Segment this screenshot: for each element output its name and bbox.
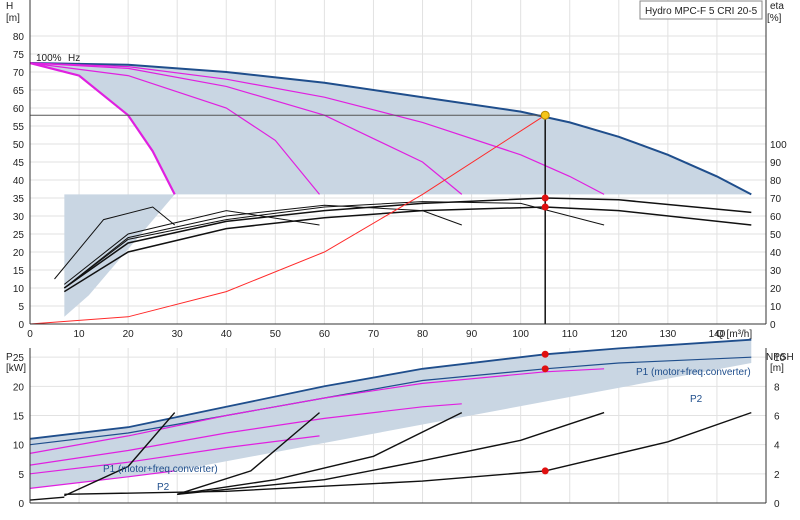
speed-label-hz: Hz — [68, 53, 80, 64]
eta-tick-label: 20 — [770, 284, 782, 295]
eta-tick-label: 90 — [770, 158, 782, 169]
y-tick-label: 75 — [13, 50, 25, 61]
x-tick-label: 10 — [74, 329, 86, 340]
x-tick-label: 130 — [660, 329, 677, 340]
y-tick-label: 60 — [13, 104, 25, 115]
y-tick-label: 50 — [13, 140, 25, 151]
x-tick-label: 100 — [512, 329, 529, 340]
eta-tick-label: 70 — [770, 194, 782, 205]
npsh-yunit: [m] — [770, 363, 784, 374]
eta-tick-label: 40 — [770, 248, 782, 259]
power-marker — [541, 365, 549, 373]
p1-label-top: P1 (motor+freq.converter) — [636, 367, 751, 378]
y-tick-label: 70 — [13, 68, 25, 79]
npsh-ylabel: NPSH — [766, 352, 794, 363]
x-tick-label: 70 — [368, 329, 380, 340]
x-tick-label: 20 — [123, 329, 135, 340]
y-tick-label: 40 — [13, 176, 25, 187]
x-tick-label: 80 — [417, 329, 429, 340]
flow-xlabel: Q [m³/h] — [716, 329, 752, 340]
p2-label-top: P2 — [690, 394, 703, 405]
speed-label: 100% — [36, 53, 62, 64]
power-yunit: [kW] — [6, 363, 26, 374]
y-tick-label: 35 — [13, 194, 25, 205]
x-tick-label: 60 — [319, 329, 331, 340]
eta-yunit: [%] — [767, 13, 782, 24]
x-tick-label: 50 — [270, 329, 282, 340]
x-tick-label: 110 — [562, 329, 578, 340]
y-tick-label: 55 — [13, 122, 25, 133]
legend-box: Hydro MPC-F 5 CRI 20-5 — [639, 0, 763, 20]
y-tick-label: 45 — [13, 158, 25, 169]
x-tick-label: 40 — [221, 329, 233, 340]
x-tick-label: 30 — [172, 329, 184, 340]
eta-tick-label: 60 — [770, 212, 782, 223]
power-marker — [541, 350, 549, 358]
eta-tick-label: 80 — [770, 176, 782, 187]
power-tick-label: 15 — [13, 412, 25, 423]
pump-curve-chart: 0 10 20 30 40 50 60 70 80 90 100 110 120 130 140051015… — [0, 0, 800, 520]
y-tick-label: 20 — [13, 248, 25, 259]
power-ylabel: P — [6, 352, 13, 363]
npsh-tick-label: 6 — [774, 412, 780, 423]
power-tick-label: 0 — [18, 499, 24, 510]
y-tick-label: 80 — [13, 32, 25, 43]
p1-label-bottom: P1 (motor+freq.converter) — [103, 464, 218, 475]
eta-tick-label: 0 — [770, 320, 776, 331]
power-tick-label: 20 — [13, 382, 25, 393]
y-tick-label: 5 — [18, 302, 24, 313]
power-tick-label: 10 — [13, 441, 25, 452]
y-tick-label: 25 — [13, 230, 25, 241]
y-tick-label: 15 — [13, 266, 25, 277]
x-tick-label: 0 — [27, 329, 33, 340]
efficiency-marker — [541, 203, 549, 211]
x-tick-label: 120 — [610, 329, 627, 340]
head-yunit: [m] — [6, 13, 20, 24]
head-ylabel: H — [6, 1, 13, 12]
legend-text: Hydro MPC-F 5 CRI 20-5 — [645, 6, 758, 17]
eta-tick-label: 50 — [770, 230, 782, 241]
power-tick-label: 5 — [18, 470, 24, 481]
y-tick-label: 30 — [13, 212, 25, 223]
npsh-tick-label: 4 — [774, 441, 780, 452]
eta-tick-label: 30 — [770, 266, 782, 277]
npsh-tick-label: 2 — [774, 470, 780, 481]
duty-point-marker — [540, 110, 550, 120]
x-tick-label: 90 — [466, 329, 478, 340]
npsh-marker — [541, 467, 549, 475]
npsh-tick-label: 0 — [774, 499, 780, 510]
y-tick-label: 0 — [18, 320, 24, 331]
eta-tick-label: 10 — [770, 302, 782, 313]
efficiency-marker — [541, 194, 549, 202]
eta-ylabel: eta — [770, 1, 784, 12]
npsh-tick-label: 8 — [774, 382, 780, 393]
y-tick-label: 10 — [13, 284, 25, 295]
p2-label-bottom: P2 — [157, 482, 170, 493]
y-tick-label: 65 — [13, 86, 25, 97]
eta-tick-label: 100 — [770, 140, 787, 151]
